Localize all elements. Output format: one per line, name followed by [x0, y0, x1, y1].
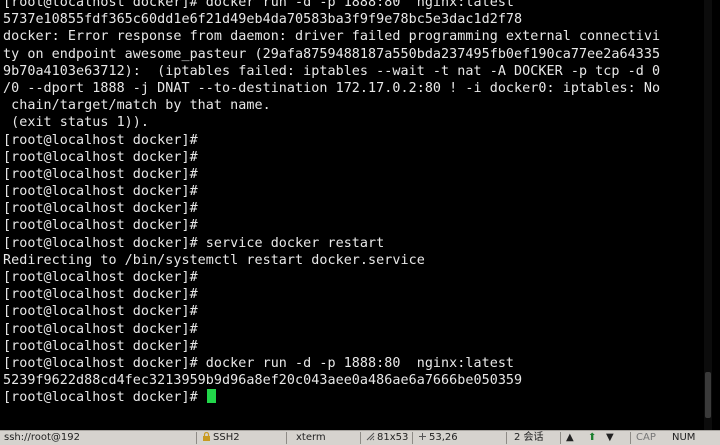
terminal-line: [root@localhost docker]#: [3, 166, 660, 183]
status-position: 53,26: [418, 432, 458, 444]
status-protocol: SSH2: [202, 431, 240, 444]
terminal-line: 5737e10855fdf365c60dd1e6f21d49eb4da70583…: [3, 11, 660, 28]
status-size: 81x53: [366, 432, 408, 444]
terminal-line: [root@localhost docker]#: [3, 286, 660, 303]
status-divider: [506, 432, 507, 444]
terminal-line-text: docker: Error response from daemon: driv…: [3, 29, 661, 45]
terminal-line: [root@localhost docker]#: [3, 321, 660, 338]
terminal-line-text: (exit status 1)).: [3, 115, 150, 131]
status-divider: [412, 432, 413, 444]
terminal-line-text: [root@localhost docker]#: [3, 321, 198, 337]
terminal-line-text: [root@localhost docker]#: [3, 270, 198, 285]
terminal-line: [root@localhost docker]# docker run -d -…: [3, 355, 660, 372]
terminal-line-text: [root@localhost docker]#: [3, 149, 198, 165]
terminal-line-text: 9b70a4103e63712): (iptables failed: ipta…: [3, 63, 661, 79]
terminal-line-text: [root@localhost docker]#: [3, 338, 198, 354]
status-connection: ssh://root@192: [4, 432, 81, 443]
terminal-line-text: [root@localhost docker]# docker run -d -…: [3, 0, 515, 10]
scroll-up-icon[interactable]: ▲: [566, 432, 574, 444]
terminal-line: docker: Error response from daemon: driv…: [3, 28, 660, 45]
terminal-line-text: [root@localhost docker]#: [3, 218, 198, 234]
terminal-line-text: [root@localhost docker]#: [3, 184, 198, 200]
terminal-line-text: [root@localhost docker]#: [3, 304, 198, 320]
status-caps: CAP: [636, 432, 656, 443]
terminal-window[interactable]: [root@localhost docker]# docker run -d -…: [0, 0, 712, 430]
status-protocol-label: SSH2: [213, 432, 240, 443]
terminal-cursor: [206, 389, 216, 404]
scrollbar-thumb[interactable]: [705, 372, 711, 418]
terminal-line: [root@localhost docker]#: [3, 303, 660, 320]
terminal-line-text: Redirecting to /bin/systemctl restart do…: [3, 252, 425, 268]
terminal-line: (exit status 1)).: [3, 114, 660, 131]
cursor-position-icon: [418, 432, 427, 441]
terminal-line: [root@localhost docker]#: [3, 183, 660, 200]
lock-icon: [202, 431, 211, 441]
terminal-line-text: ty on endpoint awesome_pasteur (29afa875…: [3, 46, 661, 62]
scrollbar[interactable]: [704, 0, 712, 430]
status-bar: ssh://root@192 SSH2 xterm 81x53 53,26 2 …: [0, 430, 720, 445]
terminal-line-text: [root@localhost docker]# docker run -d -…: [3, 355, 515, 371]
terminal-line: [root@localhost docker]# service docker …: [3, 235, 660, 252]
terminal-line-text: [root@localhost docker]#: [3, 201, 198, 217]
terminal-line-text: [root@localhost docker]#: [3, 166, 198, 182]
terminal-line-text: [root@localhost docker]# service docker …: [3, 235, 385, 251]
terminal-line-text: [root@localhost docker]#: [3, 390, 206, 406]
scroll-down-icon[interactable]: ▼: [606, 432, 614, 444]
terminal-line: ty on endpoint awesome_pasteur (29afa875…: [3, 46, 660, 63]
terminal-line: Redirecting to /bin/systemctl restart do…: [3, 252, 660, 269]
status-divider: [286, 432, 287, 444]
terminal-line: /0 --dport 1888 -j DNAT --to-destination…: [3, 80, 660, 97]
terminal-line-text: chain/target/match by that name.: [3, 98, 271, 114]
terminal-line: [root@localhost docker]#: [3, 200, 660, 217]
terminal-line: chain/target/match by that name.: [3, 97, 660, 114]
terminal-line-text: [root@localhost docker]#: [3, 132, 198, 148]
terminal-line: [root@localhost docker]#: [3, 132, 660, 149]
status-terminal-type: xterm: [296, 432, 326, 443]
status-divider: [560, 432, 561, 444]
terminal-line-text: 5239f9622d88cd4fec3213959b9d96a8ef20c043…: [3, 373, 523, 389]
terminal-line: [root@localhost docker]#: [3, 217, 660, 234]
terminal-line: [root@localhost docker]#: [3, 389, 660, 406]
terminal-output: [root@localhost docker]# docker run -d -…: [3, 0, 660, 407]
status-position-label: 53,26: [429, 432, 458, 443]
terminal-line: [root@localhost docker]#: [3, 149, 660, 166]
status-divider: [630, 432, 631, 444]
status-divider: [196, 432, 197, 444]
status-divider: [360, 432, 361, 444]
status-num: NUM: [672, 432, 696, 443]
terminal-line-text: 5737e10855fdf365c60dd1e6f21d49eb4da70583…: [3, 12, 523, 28]
terminal-line: 9b70a4103e63712): (iptables failed: ipta…: [3, 63, 660, 80]
terminal-line-text: [root@localhost docker]#: [3, 287, 198, 303]
terminal-line: [root@localhost docker]#: [3, 269, 660, 286]
resize-icon: [366, 432, 375, 441]
status-size-label: 81x53: [377, 432, 409, 443]
upload-arrow-icon[interactable]: ⬆: [588, 432, 596, 444]
status-sessions: 2 会话: [514, 432, 544, 443]
terminal-line: [root@localhost docker]# docker run -d -…: [3, 0, 660, 11]
terminal-line-text: /0 --dport 1888 -j DNAT --to-destination…: [3, 80, 661, 96]
terminal-line: 5239f9622d88cd4fec3213959b9d96a8ef20c043…: [3, 372, 660, 389]
terminal-line: [root@localhost docker]#: [3, 338, 660, 355]
